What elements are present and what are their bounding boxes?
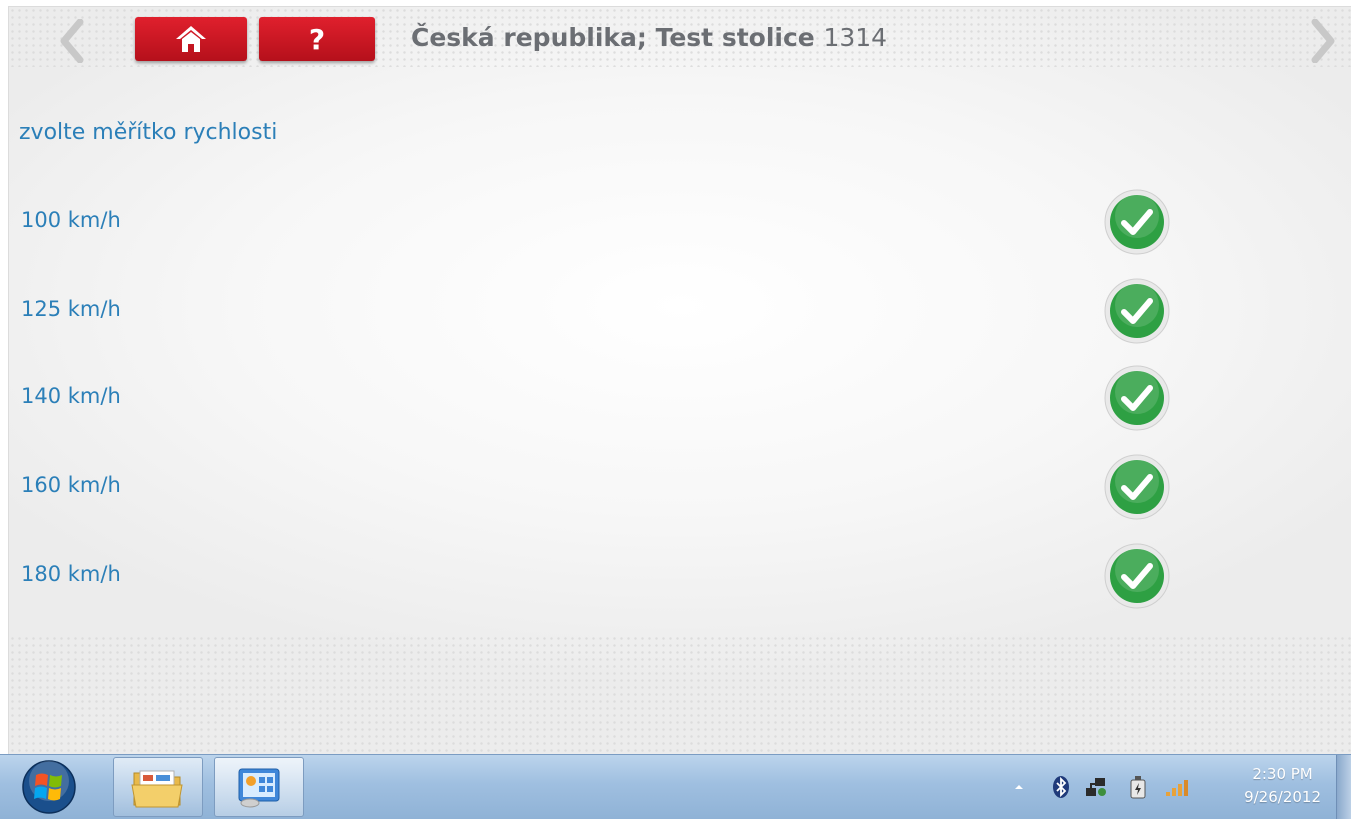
checkmark-circle-icon[interactable] <box>1103 188 1171 256</box>
start-button[interactable] <box>20 759 78 815</box>
clock-date: 9/26/2012 <box>1244 788 1321 806</box>
back-button[interactable] <box>51 17 91 65</box>
section-heading: zvolte měřítko rychlosti <box>19 120 278 145</box>
speed-option-label: 100 km/h <box>21 208 121 232</box>
chevron-right-icon <box>1311 19 1335 63</box>
taskbar-active-app-button[interactable] <box>214 757 304 817</box>
network-icon[interactable] <box>1082 771 1108 803</box>
help-label: ? <box>308 22 326 56</box>
control-panel-icon <box>238 768 280 808</box>
power-icon[interactable] <box>1128 771 1148 803</box>
bluetooth-icon[interactable] <box>1052 771 1070 803</box>
checkmark-circle-icon[interactable] <box>1103 542 1171 610</box>
checkmark-circle-icon[interactable] <box>1103 453 1171 521</box>
chevron-up-icon <box>1015 785 1023 789</box>
page-title-text: Česká republika; Test stolice <box>411 23 815 52</box>
taskbar-file-explorer-button[interactable] <box>113 757 203 817</box>
home-button[interactable] <box>135 17 247 61</box>
folder-icon <box>131 770 183 808</box>
show-desktop-button[interactable] <box>1336 755 1351 819</box>
speed-option-row[interactable]: 140 km/h <box>9 359 1351 439</box>
speed-option-row[interactable]: 125 km/h <box>9 272 1351 352</box>
checkmark-circle-icon[interactable] <box>1103 364 1171 432</box>
checkmark-circle-icon[interactable] <box>1103 277 1171 345</box>
speed-option-label: 180 km/h <box>21 562 121 586</box>
speed-option-label: 140 km/h <box>21 384 121 408</box>
speed-option-row[interactable]: 160 km/h <box>9 448 1351 528</box>
signal-strength-icon[interactable] <box>1164 771 1190 803</box>
forward-button[interactable] <box>1304 17 1344 65</box>
page-title-number: 1314 <box>823 23 888 52</box>
taskbar: 2:30 PM 9/26/2012 <box>0 754 1351 819</box>
speed-option-label: 125 km/h <box>21 297 121 321</box>
show-hidden-icons-arrow[interactable] <box>1012 771 1026 803</box>
clock-time: 2:30 PM <box>1252 765 1313 783</box>
page-title: Česká republika; Test stolice 1314 <box>411 23 887 52</box>
chevron-left-icon <box>60 19 84 63</box>
home-icon <box>176 26 206 52</box>
speed-option-row[interactable]: 180 km/h <box>9 537 1351 617</box>
footer-dot-pattern <box>9 635 1351 755</box>
app-window: ? Česká republika; Test stolice 1314 zvo… <box>8 6 1351 756</box>
help-button[interactable]: ? <box>259 17 375 61</box>
speed-option-label: 160 km/h <box>21 473 121 497</box>
speed-option-row[interactable]: 100 km/h <box>9 183 1351 263</box>
system-clock[interactable]: 2:30 PM 9/26/2012 <box>1244 763 1321 809</box>
